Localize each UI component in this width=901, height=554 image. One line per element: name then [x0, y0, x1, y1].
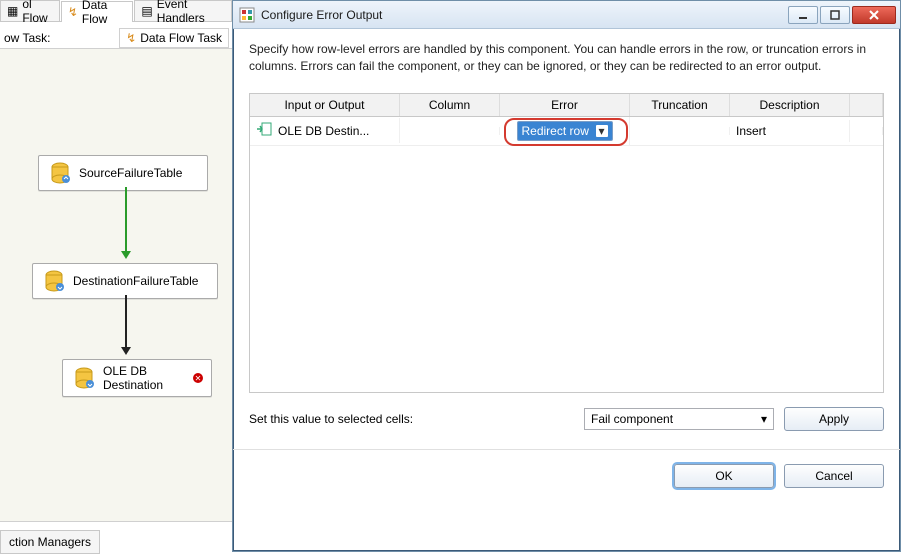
tab-icon: ▦ [7, 4, 18, 18]
database-icon [47, 160, 73, 186]
tab-event-handlers[interactable]: ▤ Event Handlers [134, 0, 232, 21]
dialog-titlebar[interactable]: Configure Error Output [233, 1, 900, 29]
design-canvas[interactable]: SourceFailureTable DestinationFailureTab… [0, 48, 233, 522]
tab-label: ol Flow [22, 0, 53, 25]
table-row[interactable]: OLE DB Destin... Redirect row ▾ Insert [250, 117, 883, 146]
col-input-output[interactable]: Input or Output [250, 94, 400, 116]
chevron-down-icon: ▾ [761, 412, 767, 426]
cell-spacer [850, 127, 883, 135]
app-icon [239, 7, 255, 23]
node-label-line2: Destination [103, 378, 163, 392]
close-button[interactable] [852, 6, 896, 24]
dialog-body: Specify how row-level errors are handled… [233, 29, 900, 439]
cell-truncation[interactable] [630, 127, 730, 135]
dataflow-icon: ↯ [126, 31, 136, 45]
chevron-down-icon: ▾ [596, 125, 608, 137]
combo-value: Redirect row [522, 124, 589, 138]
error-grid: Input or Output Column Error Truncation … [249, 93, 884, 393]
dropdown-value: Fail component [591, 412, 673, 426]
task-badge[interactable]: ↯ Data Flow Task [119, 28, 229, 48]
col-column[interactable]: Column [400, 94, 500, 116]
set-value-label: Set this value to selected cells: [249, 412, 574, 426]
col-truncation[interactable]: Truncation [630, 94, 730, 116]
col-error[interactable]: Error [500, 94, 630, 116]
error-icon: ✕ [193, 373, 203, 383]
tab-connection-managers[interactable]: ction Managers [0, 530, 100, 554]
configure-error-output-dialog: Configure Error Output Specify how row-l… [232, 0, 901, 552]
cell-text: OLE DB Destin... [278, 124, 369, 138]
tab-label: Data Flow [82, 0, 126, 26]
grid-header: Input or Output Column Error Truncation … [250, 94, 883, 117]
col-description[interactable]: Description [730, 94, 850, 116]
dialog-description: Specify how row-level errors are handled… [249, 41, 884, 75]
window-buttons [788, 6, 896, 24]
error-action-combo[interactable]: Redirect row ▾ [517, 121, 613, 141]
node-oledb-destination[interactable]: OLE DB Destination ✕ [62, 359, 212, 397]
node-destination[interactable]: DestinationFailureTable [32, 263, 218, 299]
dialog-footer-buttons: OK Cancel [233, 449, 900, 500]
cell-input-output[interactable]: OLE DB Destin... [250, 118, 400, 143]
designer-tabs: ▦ ol Flow ↯ Data Flow ▤ Event Handlers [0, 0, 233, 22]
cell-description: Insert [730, 120, 850, 142]
input-icon [256, 122, 272, 139]
node-label: SourceFailureTable [79, 166, 182, 180]
col-spacer [850, 94, 883, 116]
ok-button[interactable]: OK [674, 464, 774, 488]
tab-icon: ↯ [68, 5, 78, 19]
tab-control-flow[interactable]: ▦ ol Flow [0, 0, 60, 21]
designer-surface: ▦ ol Flow ↯ Data Flow ▤ Event Handlers o… [0, 0, 233, 554]
cell-column[interactable] [400, 127, 500, 135]
minimize-button[interactable] [788, 6, 818, 24]
maximize-button[interactable] [820, 6, 850, 24]
task-label: ow Task: [4, 31, 119, 45]
apply-button[interactable]: Apply [784, 407, 884, 431]
node-label-line1: OLE DB [103, 364, 163, 378]
database-icon [41, 268, 67, 294]
cell-error[interactable]: Redirect row ▾ [500, 117, 630, 145]
database-icon [71, 365, 97, 391]
dialog-title: Configure Error Output [261, 8, 788, 22]
tab-label: Event Handlers [157, 0, 225, 25]
tab-icon: ▤ [141, 4, 152, 18]
cancel-button[interactable]: Cancel [784, 464, 884, 488]
node-source[interactable]: SourceFailureTable [38, 155, 208, 191]
set-value-row: Set this value to selected cells: Fail c… [249, 407, 884, 431]
node-label: DestinationFailureTable [73, 274, 198, 288]
tab-data-flow[interactable]: ↯ Data Flow [61, 1, 134, 22]
tab-label: ction Managers [9, 535, 91, 549]
task-name: Data Flow Task [140, 31, 222, 45]
set-value-dropdown[interactable]: Fail component ▾ [584, 408, 774, 430]
